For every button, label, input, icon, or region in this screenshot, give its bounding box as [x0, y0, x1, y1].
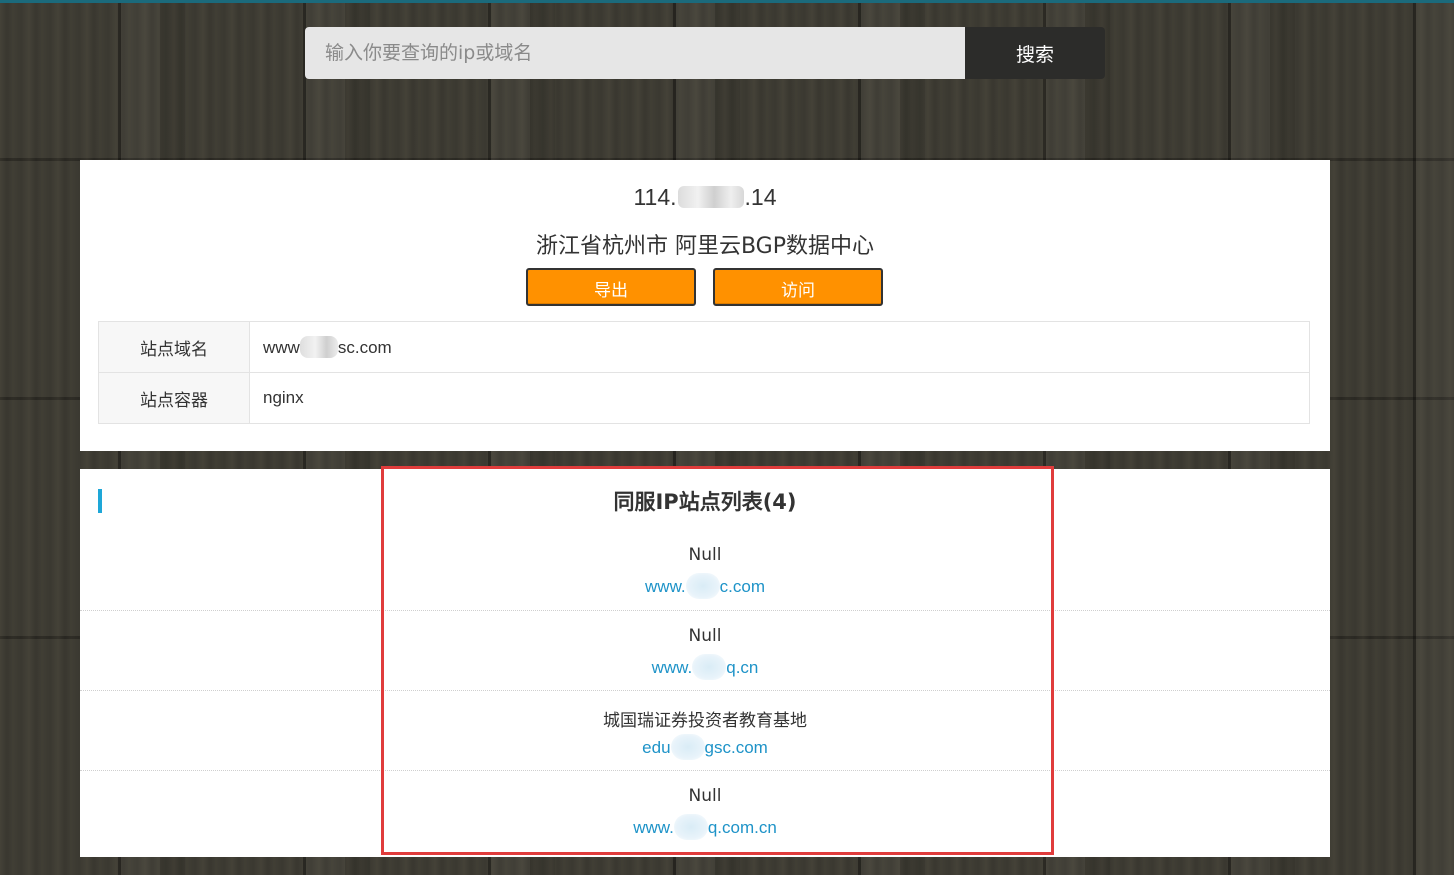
search-button[interactable]: 搜索 — [965, 27, 1105, 79]
domain-prefix: www — [263, 338, 300, 357]
visit-button[interactable]: 访问 — [713, 268, 883, 306]
link-suffix: q.com.cn — [707, 818, 777, 837]
site-server-label: 站点容器 — [98, 372, 250, 424]
list-item: 城国瑞证券投资者教育基地 edu gsc.com — [80, 690, 1330, 771]
ip-suffix: .14 — [744, 184, 777, 210]
domain-suffix: sc.com — [337, 338, 392, 357]
site-title: 城国瑞证券投资者教育基地 — [603, 711, 807, 731]
site-server-value: nginx — [249, 372, 1310, 424]
redacted-blur — [299, 336, 338, 358]
same-ip-list-title: 同服IP站点列表(4) — [613, 490, 797, 514]
link-prefix: edu — [642, 738, 671, 757]
site-domain-value: www sc.com — [249, 321, 1310, 373]
ip-prefix: 114. — [633, 184, 677, 210]
site-link[interactable]: www. q.cn — [80, 654, 1330, 680]
table-row: 站点容器 nginx — [98, 372, 1310, 424]
export-button[interactable]: 导出 — [526, 268, 696, 306]
link-prefix: www. — [651, 658, 693, 677]
action-buttons: 导出 访问 — [526, 268, 886, 306]
list-item: Null www. q.cn — [80, 610, 1330, 691]
site-title: Null — [688, 786, 722, 806]
redacted-blur — [692, 654, 727, 680]
top-accent-line — [0, 0, 1454, 3]
site-info-table: 站点域名 www sc.com 站点容器 nginx — [98, 321, 1310, 424]
redacted-blur — [685, 573, 720, 599]
ip-info-panel: 114. .14 浙江省杭州市 阿里云BGP数据中心 导出 访问 站点域名 www… — [80, 160, 1330, 451]
redacted-blur — [677, 186, 744, 208]
site-title: Null — [688, 545, 722, 565]
same-ip-sites-panel: 同服IP站点列表(4) Null www. c.com Null www. q.cn… — [80, 469, 1330, 857]
link-suffix: c.com — [719, 577, 765, 596]
redacted-blur — [673, 814, 708, 840]
link-suffix: q.cn — [726, 658, 759, 677]
site-link[interactable]: edu gsc.com — [80, 734, 1330, 760]
table-row: 站点域名 www sc.com — [98, 321, 1310, 373]
ip-location: 浙江省杭州市 阿里云BGP数据中心 — [535, 234, 874, 259]
redacted-blur — [670, 734, 705, 760]
site-title: Null — [688, 626, 722, 646]
search-bar: 搜索 — [305, 27, 1105, 79]
list-item: Null www. q.com.cn — [80, 770, 1330, 851]
link-prefix: www. — [633, 818, 674, 837]
search-input[interactable] — [305, 27, 965, 79]
link-suffix: gsc.com — [704, 738, 768, 757]
site-domain-label: 站点域名 — [98, 321, 250, 373]
site-link[interactable]: www. q.com.cn — [80, 814, 1330, 840]
site-link[interactable]: www. c.com — [80, 573, 1330, 599]
ip-address: 114. .14 — [80, 184, 1330, 211]
list-item: Null www. c.com — [80, 530, 1330, 610]
link-prefix: www. — [645, 577, 686, 596]
